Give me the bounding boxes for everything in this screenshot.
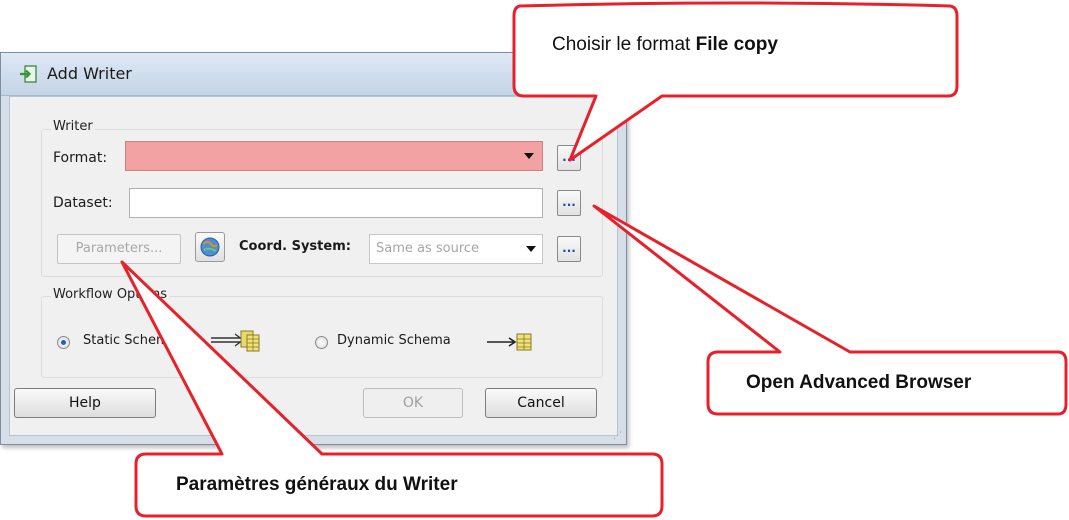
params-callout-text: Paramètres généraux du Writer bbox=[176, 474, 458, 495]
format-callout-text: Choisir le format File copy bbox=[552, 34, 778, 55]
browser-callout-text: Open Advanced Browser bbox=[746, 372, 972, 393]
callout-overlay bbox=[120, 1, 1068, 518]
format-callout-shape bbox=[512, 1, 959, 162]
